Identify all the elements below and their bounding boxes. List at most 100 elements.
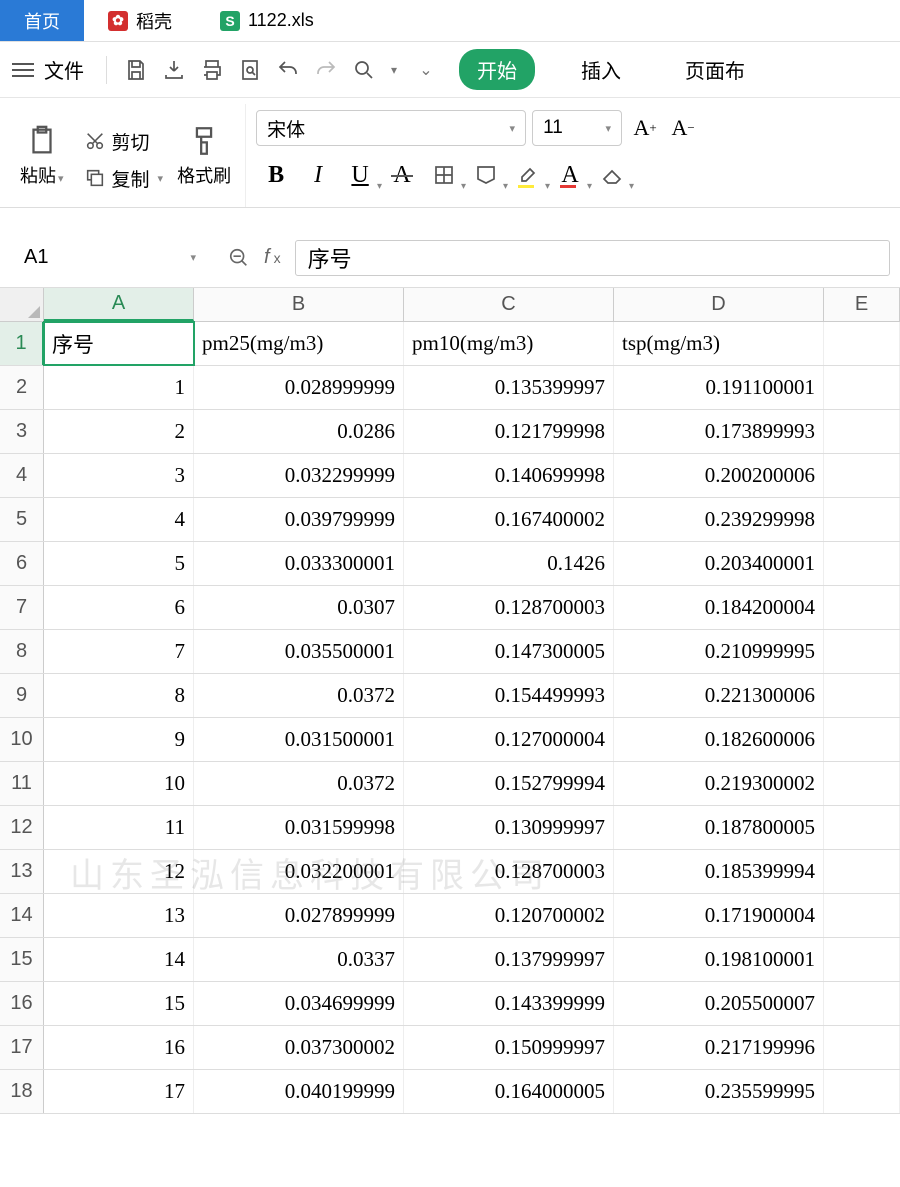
row-header[interactable]: 16 [0, 982, 44, 1025]
decrease-font-button[interactable]: A− [666, 111, 700, 145]
select-all-corner[interactable] [0, 288, 44, 321]
row-header[interactable]: 9 [0, 674, 44, 717]
cell[interactable] [824, 718, 900, 761]
file-menu[interactable]: 文件 [40, 55, 94, 84]
cell[interactable]: 14 [44, 938, 194, 981]
cell[interactable]: 15 [44, 982, 194, 1025]
cell[interactable]: 0.037300002 [194, 1026, 404, 1069]
cell[interactable]: 0.032299999 [194, 454, 404, 497]
format-painter-button[interactable]: 格式刷 [171, 120, 237, 192]
cell[interactable]: 0.219300002 [614, 762, 824, 805]
cell[interactable]: 16 [44, 1026, 194, 1069]
cell[interactable]: 0.128700003 [404, 850, 614, 893]
tab-home[interactable]: 首页 [0, 0, 84, 41]
cell[interactable]: 0.184200004 [614, 586, 824, 629]
copy-button[interactable]: 复制▾ [84, 165, 164, 192]
strikethrough-button[interactable]: A [382, 156, 422, 194]
row-header[interactable]: 13 [0, 850, 44, 893]
cell[interactable] [824, 454, 900, 497]
cell[interactable]: tsp(mg/m3) [614, 322, 824, 365]
search-dropdown-caret[interactable]: ▾ [385, 63, 403, 77]
col-header-D[interactable]: D [614, 288, 824, 321]
increase-font-button[interactable]: A+ [628, 111, 662, 145]
cell[interactable]: 1 [44, 366, 194, 409]
ribbon-tab-insert[interactable]: 插入 [563, 49, 639, 90]
print-preview-button[interactable] [233, 53, 267, 87]
cell[interactable] [824, 1070, 900, 1113]
cell[interactable]: 0.182600006 [614, 718, 824, 761]
row-header[interactable]: 7 [0, 586, 44, 629]
cell[interactable]: 6 [44, 586, 194, 629]
cell[interactable] [824, 1026, 900, 1069]
cell[interactable]: 0.203400001 [614, 542, 824, 585]
menu-icon[interactable] [10, 59, 36, 81]
cell[interactable] [824, 366, 900, 409]
col-header-E[interactable]: E [824, 288, 900, 321]
highlight-button[interactable]: ▾ [508, 156, 548, 194]
undo-button[interactable] [271, 53, 305, 87]
cell[interactable]: 2 [44, 410, 194, 453]
cell[interactable]: 0.217199996 [614, 1026, 824, 1069]
row-header[interactable]: 2 [0, 366, 44, 409]
cell[interactable]: 0.0307 [194, 586, 404, 629]
underline-button[interactable]: U▾ [340, 156, 380, 194]
cell[interactable]: 0.120700002 [404, 894, 614, 937]
col-header-B[interactable]: B [194, 288, 404, 321]
row-header[interactable]: 10 [0, 718, 44, 761]
font-name-select[interactable]: 宋体 ▾ [256, 110, 526, 146]
cell[interactable]: 0.205500007 [614, 982, 824, 1025]
redo-button[interactable] [309, 53, 343, 87]
row-header[interactable]: 8 [0, 630, 44, 673]
cell[interactable]: 12 [44, 850, 194, 893]
cell[interactable]: 0.171900004 [614, 894, 824, 937]
cell[interactable]: 0.143399999 [404, 982, 614, 1025]
cell[interactable]: 0.039799999 [194, 498, 404, 541]
row-header[interactable]: 1 [0, 322, 44, 365]
cell[interactable] [824, 894, 900, 937]
cell[interactable]: 0.031500001 [194, 718, 404, 761]
cell[interactable] [824, 498, 900, 541]
row-header[interactable]: 6 [0, 542, 44, 585]
cell[interactable] [824, 938, 900, 981]
zoom-out-icon[interactable] [228, 247, 250, 269]
save-button[interactable] [119, 53, 153, 87]
cell[interactable] [824, 630, 900, 673]
cell[interactable]: 4 [44, 498, 194, 541]
cell[interactable]: 0.033300001 [194, 542, 404, 585]
cell[interactable]: 0.154499993 [404, 674, 614, 717]
cell[interactable] [824, 806, 900, 849]
cell[interactable]: 0.140699998 [404, 454, 614, 497]
tab-file[interactable]: S 1122.xls [196, 0, 338, 41]
cell[interactable]: 0.121799998 [404, 410, 614, 453]
row-header[interactable]: 5 [0, 498, 44, 541]
name-box[interactable]: A1 ▾ [10, 240, 210, 276]
row-header[interactable]: 17 [0, 1026, 44, 1069]
cell[interactable]: pm10(mg/m3) [404, 322, 614, 365]
col-header-C[interactable]: C [404, 288, 614, 321]
cell[interactable] [824, 762, 900, 805]
ribbon-tab-page[interactable]: 页面布 [667, 49, 763, 90]
search-button[interactable] [347, 53, 381, 87]
cell[interactable]: 0.210999995 [614, 630, 824, 673]
cell[interactable]: 0.200200006 [614, 454, 824, 497]
cell[interactable]: 0.147300005 [404, 630, 614, 673]
row-header[interactable]: 4 [0, 454, 44, 497]
cell[interactable] [824, 410, 900, 453]
cell[interactable]: 0.128700003 [404, 586, 614, 629]
formula-input[interactable]: 序号 [295, 240, 890, 276]
fill-color-button[interactable]: ▾ [466, 156, 506, 194]
cell[interactable]: 0.034699999 [194, 982, 404, 1025]
cell[interactable]: 0.185399994 [614, 850, 824, 893]
ribbon-tab-start[interactable]: 开始 [459, 49, 535, 90]
paste-button[interactable]: 粘贴▾ [14, 120, 70, 192]
cell[interactable]: 0.040199999 [194, 1070, 404, 1113]
cell[interactable]: 0.130999997 [404, 806, 614, 849]
cell[interactable]: 0.239299998 [614, 498, 824, 541]
cell[interactable]: 0.137999997 [404, 938, 614, 981]
toolbar-overflow-caret[interactable]: ⌄ [417, 60, 435, 80]
row-header[interactable]: 11 [0, 762, 44, 805]
cell[interactable]: 序号 [44, 322, 194, 365]
cell[interactable]: 0.164000005 [404, 1070, 614, 1113]
font-size-select[interactable]: 11 ▾ [532, 110, 622, 146]
cell[interactable]: 0.0286 [194, 410, 404, 453]
